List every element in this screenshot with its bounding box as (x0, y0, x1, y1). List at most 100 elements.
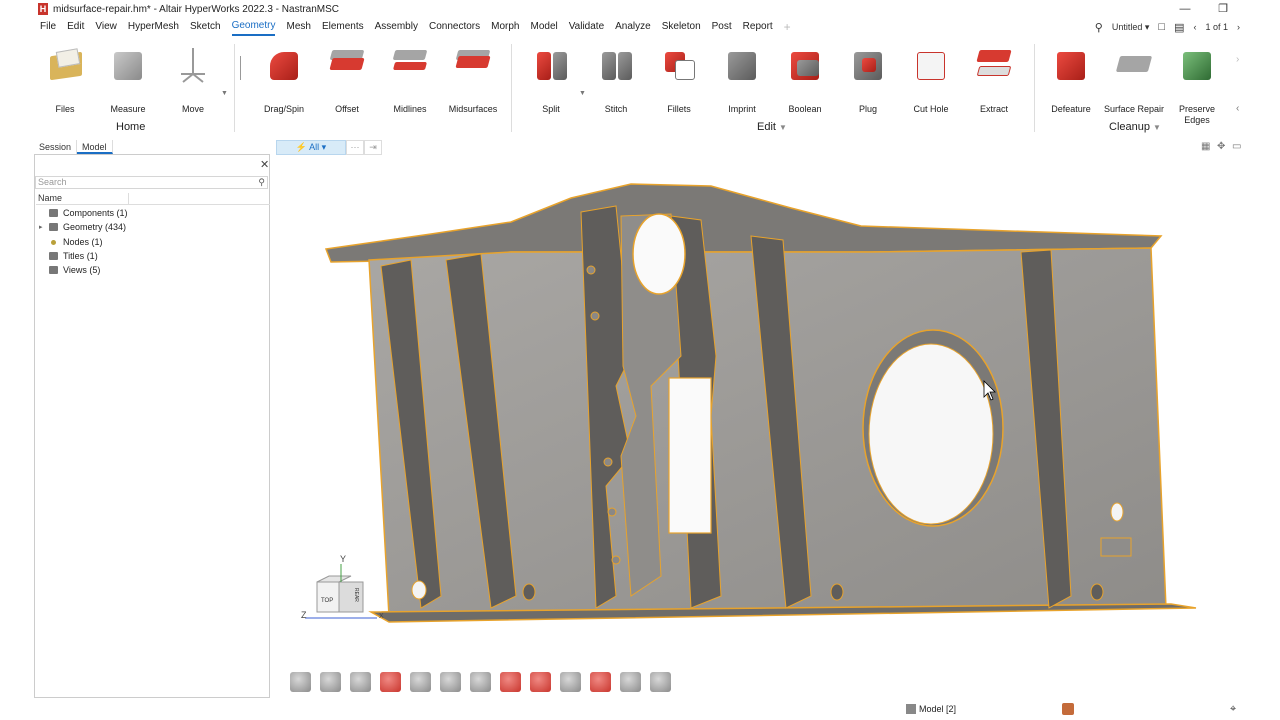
menu-analyze[interactable]: Analyze (615, 19, 651, 35)
menu-file[interactable]: File (40, 19, 56, 35)
large-hole-inner (868, 343, 994, 525)
tree-item-nodes[interactable]: Nodes (1) (39, 235, 103, 249)
page-indicator: 1 of 1 (1205, 22, 1228, 32)
preserve-edges-tool[interactable]: Preserve Edges (1166, 44, 1228, 126)
session-name-dropdown[interactable]: Untitled ▾ (1112, 22, 1150, 33)
lock-icon[interactable] (650, 672, 671, 692)
zoom-icon[interactable] (590, 672, 611, 692)
defeature-tool[interactable]: Defeature (1040, 44, 1102, 114)
fit-view-icon[interactable] (380, 672, 401, 692)
show-hide-icon[interactable] (440, 672, 461, 692)
tree-item-views[interactable]: Views (5) (39, 263, 100, 277)
cut-hole-tool[interactable]: Cut Hole (900, 44, 962, 114)
boolean-tool[interactable]: Boolean (774, 44, 836, 114)
menu-geometry[interactable]: Geometry (231, 18, 276, 36)
menu-view[interactable]: View (95, 19, 117, 35)
menu-post[interactable]: Post (712, 19, 732, 35)
offset-tool[interactable]: Offset (316, 44, 378, 114)
tree-item-geometry[interactable]: ▸ Geometry (434) (39, 220, 126, 234)
page-next-icon[interactable]: › (1237, 22, 1240, 32)
selection-filter-dropdown[interactable]: ⚡ All ▾ (276, 140, 346, 155)
filter-end-button[interactable]: ⇥ (364, 140, 382, 155)
expand-arrow-icon[interactable]: ▸ (39, 223, 49, 231)
shaded-view-icon[interactable] (350, 672, 371, 692)
graphics-viewport[interactable]: TOP REAR Y Z X (271, 156, 1245, 698)
menu-sketch[interactable]: Sketch (190, 19, 221, 35)
clip-plane-icon[interactable] (530, 672, 551, 692)
menu-elements[interactable]: Elements (322, 19, 364, 35)
maximize-button[interactable]: ❐ (1204, 0, 1242, 18)
tab-model[interactable]: Model (77, 140, 113, 154)
ribbon-scroll-right-icon[interactable]: › (1236, 54, 1239, 65)
edit-group-arrow-icon[interactable]: ▼ (779, 123, 787, 132)
status-model[interactable]: Model [2] (906, 704, 956, 714)
stitch-label: Stitch (604, 104, 628, 114)
settings-target-icon[interactable]: ⌖ (1230, 703, 1236, 716)
midlines-tool[interactable]: Midlines (379, 44, 441, 114)
preserve-edges-label: Preserve Edges (1178, 104, 1215, 125)
ribbon-collapse-icon[interactable]: ‹ (1236, 103, 1239, 114)
small-hole (1110, 502, 1124, 522)
axis-triad-icon[interactable] (560, 672, 581, 692)
model-browser: Name Components (1) ▸ Geometry (434) Nod… (34, 155, 270, 698)
bolt-hole (586, 265, 596, 275)
menu-edit[interactable]: Edit (67, 19, 84, 35)
eye-visibility-icon[interactable] (290, 672, 311, 692)
move-dropdown-icon[interactable]: ▼ (221, 90, 228, 97)
search-icon[interactable]: ⚲ (258, 177, 265, 188)
filter-more-button[interactable]: ··· (346, 140, 364, 155)
menu-report[interactable]: Report (743, 19, 773, 35)
split-tool[interactable]: Split (520, 44, 582, 114)
cleanup-group-arrow-icon[interactable]: ▼ (1153, 123, 1161, 132)
sphere-view-icon[interactable] (320, 672, 341, 692)
menu-skeleton[interactable]: Skeleton (662, 19, 701, 35)
menu-morph[interactable]: Morph (491, 19, 519, 35)
menu-hypermesh[interactable]: HyperMesh (128, 19, 179, 35)
plug-tool[interactable]: Plug (837, 44, 899, 114)
title-bar: H midsurface-repair.hm* - Altair HyperWo… (0, 0, 1280, 18)
ribbon-separator (1034, 44, 1035, 132)
isolate-icon[interactable] (410, 672, 431, 692)
surface-repair-tool[interactable]: Surface Repair (1103, 44, 1165, 114)
search-icon[interactable]: ⚲ (1095, 21, 1103, 34)
tree-item-components[interactable]: Components (1) (39, 206, 128, 220)
files-label: Files (55, 104, 75, 114)
name-column-header[interactable]: Name (36, 193, 129, 204)
ribbon-separator (240, 56, 241, 80)
maximize-view-icon[interactable]: ▭ (1232, 141, 1241, 152)
save-icon[interactable]: ▤ (1174, 21, 1184, 34)
menu-validate[interactable]: Validate (569, 19, 604, 35)
tree-item-titles[interactable]: Titles (1) (39, 249, 98, 263)
menu-mesh[interactable]: Mesh (286, 19, 310, 35)
measure-tool[interactable]: Measure (97, 44, 159, 114)
move-tool[interactable]: Move (162, 44, 224, 114)
section-cut-icon[interactable] (500, 672, 521, 692)
pan-icon[interactable]: ✥ (1217, 141, 1225, 152)
menu-assembly[interactable]: Assembly (375, 19, 418, 35)
tab-session[interactable]: Session (34, 140, 78, 154)
page-prev-icon[interactable]: ‹ (1193, 22, 1196, 32)
panel-close-icon[interactable]: ✕ (260, 158, 269, 171)
menu-right-tools: ⚲ Untitled ▾ □ ▤ ‹ 1 of 1 › (1095, 18, 1240, 36)
search-input[interactable]: Search ⚲ (35, 176, 268, 189)
view-cube-rear-label: REAR (353, 588, 359, 602)
files-tool[interactable]: Files (34, 44, 96, 114)
stitch-tool[interactable]: Stitch (585, 44, 647, 114)
hyperworks-status-icon[interactable] (1062, 703, 1074, 715)
imprint-tool[interactable]: Imprint (711, 44, 773, 114)
rotate-icon[interactable] (620, 672, 641, 692)
transparency-icon[interactable] (470, 672, 491, 692)
minimize-button[interactable]: — (1166, 0, 1204, 18)
midsurfaces-tool[interactable]: Midsurfaces (442, 44, 504, 114)
window-icon[interactable]: □ (1158, 21, 1165, 33)
menu-model[interactable]: Model (530, 19, 557, 35)
tree-header: Name (36, 193, 270, 205)
drag-spin-tool[interactable]: Drag/Spin (253, 44, 315, 114)
view-layout-icon[interactable]: ▦ (1201, 141, 1210, 152)
axis-z-label: Z (301, 610, 307, 620)
cleanup-group-label: Cleanup ▼ (1109, 121, 1161, 133)
extract-tool[interactable]: Extract (963, 44, 1025, 114)
menu-connectors[interactable]: Connectors (429, 19, 480, 35)
add-ribbon-icon[interactable]: + (784, 20, 791, 34)
fillets-tool[interactable]: Fillets (648, 44, 710, 114)
